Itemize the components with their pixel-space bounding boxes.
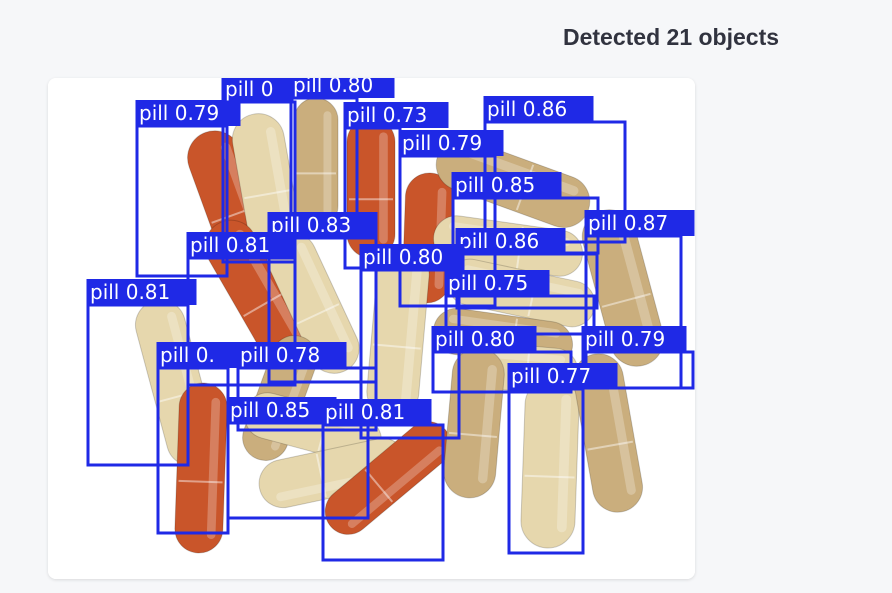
- detection-label: pill 0.79: [402, 131, 482, 155]
- detection-label: pill 0.85: [230, 398, 310, 422]
- detection-label: pill 0.87: [588, 211, 668, 235]
- pill-capsule: [520, 377, 580, 549]
- detection-label: pill 0.79: [139, 101, 219, 125]
- detection-label: pill 0.85: [455, 173, 535, 197]
- detection-label: pill 0.: [160, 343, 215, 367]
- detection-label: pill 0.79: [585, 327, 665, 351]
- detection-label: pill 0.81: [325, 400, 405, 424]
- detection-image: pill 0.79 pill 0 pill 0.80 pill 0.73 pill 0.…: [48, 78, 695, 579]
- detection-label: pill 0.80: [363, 245, 443, 269]
- detection-label: pill 0: [225, 78, 273, 101]
- pill-capsule: [293, 97, 339, 229]
- detection-label: pill 0.81: [190, 233, 270, 257]
- detection-label: pill 0.86: [459, 229, 539, 253]
- image-card: pill 0.79 pill 0 pill 0.80 pill 0.73 pill 0.…: [48, 78, 695, 579]
- detection-label: pill 0.80: [293, 78, 373, 97]
- detection-label: pill 0.77: [511, 364, 591, 388]
- page-title: Detected 21 objects: [563, 24, 780, 50]
- detection-label: pill 0.75: [448, 271, 528, 295]
- detection-label: pill 0.81: [90, 280, 170, 304]
- detection-label: pill 0.73: [347, 103, 427, 127]
- pill-highlight: [323, 111, 332, 215]
- detection-label: pill 0.86: [487, 97, 567, 121]
- detection-label: pill 0.78: [240, 343, 320, 367]
- pill-highlight: [379, 132, 388, 244]
- app-page: Detected 21 objects pill 0.79 pill 0 pill …: [0, 0, 892, 593]
- pill-capsule: [174, 382, 228, 554]
- detection-label: pill 0.80: [435, 327, 515, 351]
